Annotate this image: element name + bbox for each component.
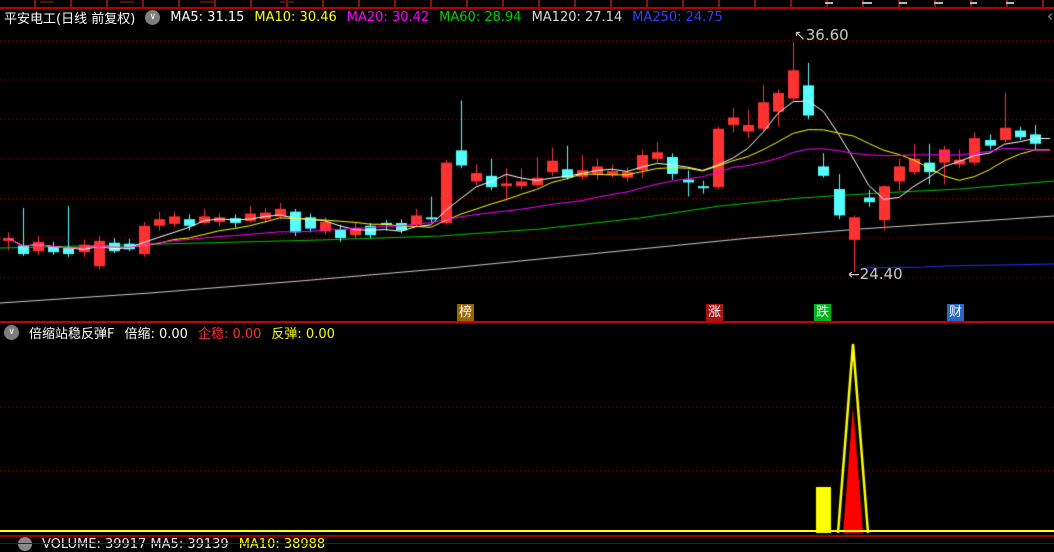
arrow-left-icon: ← [848,267,860,283]
tab-ranking[interactable]: 榜 [457,304,474,322]
main-chart-header: 平安电工(日线 前复权) ∨ MA5: 31.15 MA10: 30.46 MA… [4,9,723,27]
collapse-panel-arrow-icon[interactable]: ‹ [1047,9,1053,24]
ma20-label: MA20: 30.42 [346,10,430,25]
tab-finance[interactable]: 财 [947,304,964,322]
tab-gainers[interactable]: 涨 [706,304,723,322]
toolbar-fragment [40,1,54,3]
indicator-zero-line-yellow [0,530,1054,532]
ma10-label: MA10: 30.46 [254,10,337,25]
chevron-down-icon[interactable]: ∨ [4,325,19,340]
tdx-stock-app: { "header": { "title": "平安电工(日线 前复权)", "… [0,0,1054,552]
arrow-up-left-icon: ↖ [794,28,806,44]
toolbar-fragment [200,1,214,3]
volume-header: VOLUME: 39917 MA5: 39139 MA10: 38988 [18,537,325,552]
toolbar-fragment [825,2,833,4]
high-price-annotation: ↖36.60 [794,26,849,44]
ma250-label: MA250: 24.75 [632,10,723,25]
ma5-label: MA5: 31.15 [170,10,245,25]
toolbar-fragment [934,2,943,4]
indicator-chart[interactable] [0,340,1054,537]
ma120-label: MA120: 27.14 [531,10,623,25]
chevron-down-icon[interactable]: ∨ [145,10,161,25]
tab-losers[interactable]: 跌 [814,304,831,322]
volume-ma10-value: MA10: 38988 [238,537,326,552]
toolbar-fragment [862,2,872,4]
indicator-header: ∨ 倍缩站稳反弹F 倍缩: 0.00 企稳: 0.00 反弹: 0.00 [4,324,335,342]
chevron-circle-icon[interactable] [18,537,32,551]
toolbar-fragment [280,1,294,3]
volume-values: VOLUME: 39917 MA5: 39139 [42,537,229,552]
low-price-annotation: ←24.40 [848,265,903,283]
toolbar-fragment [970,2,977,4]
toolbar-fragment [120,1,134,3]
toolbar-fragment [899,2,907,4]
toolbar-fragment [1006,2,1014,4]
ma60-label: MA60: 28.94 [439,10,522,25]
